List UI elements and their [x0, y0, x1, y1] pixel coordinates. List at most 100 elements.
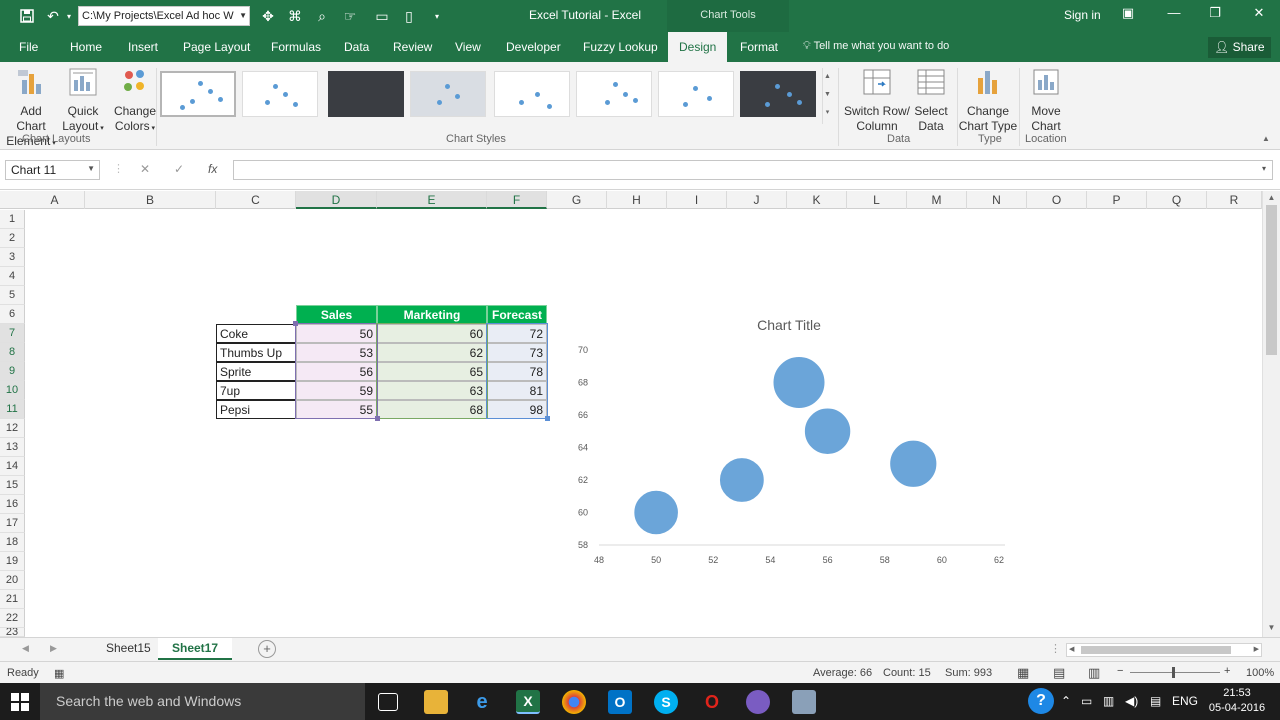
gallery-more-icon[interactable]: ▾: [823, 104, 832, 122]
column-header-c[interactable]: C: [216, 191, 296, 209]
chart-style-3[interactable]: [328, 71, 404, 117]
normal-view-icon[interactable]: ▦: [1017, 665, 1029, 681]
row-header[interactable]: 22: [0, 609, 25, 628]
tab-split-handle-icon[interactable]: ⋮: [1050, 642, 1061, 655]
volume-icon[interactable]: ◀): [1125, 694, 1138, 708]
row-header[interactable]: 9: [0, 362, 25, 381]
file-path-box[interactable]: C:\My Projects\Excel Ad hoc W ▼: [78, 6, 250, 26]
tell-me-box[interactable]: 💡︎ Tell me what you want to do: [803, 40, 949, 53]
range-handle[interactable]: [293, 321, 298, 326]
column-header-d[interactable]: D: [296, 191, 377, 209]
notifications-icon[interactable]: ▤: [1150, 694, 1161, 708]
collapse-ribbon-icon[interactable]: ▲: [1262, 134, 1270, 143]
format-painter-icon[interactable]: ⌘: [286, 7, 304, 25]
tab-home[interactable]: Home: [70, 40, 102, 54]
status-average[interactable]: Average: 66: [813, 667, 872, 679]
change-colors-button[interactable]: Change Colors ▾: [112, 66, 158, 136]
name-box[interactable]: Chart 11 ▼: [5, 160, 100, 180]
chart-style-1[interactable]: [160, 71, 236, 117]
zoom-slider[interactable]: [1130, 667, 1220, 678]
chart-title[interactable]: Chart Title: [757, 317, 821, 333]
row-header[interactable]: 15: [0, 476, 25, 495]
row-header[interactable]: 4: [0, 267, 25, 286]
taskbar-search-box[interactable]: Search the web and Windows: [40, 683, 365, 720]
minimize-icon[interactable]: —: [1163, 5, 1185, 25]
vertical-scrollbar[interactable]: ▲ ▼: [1262, 191, 1280, 637]
chart-style-7[interactable]: [658, 71, 734, 117]
tab-data[interactable]: Data: [344, 40, 369, 54]
share-button[interactable]: 👤︎ Share: [1208, 37, 1271, 58]
column-header-j[interactable]: J: [727, 191, 787, 209]
zoom-level[interactable]: 100%: [1246, 667, 1274, 679]
row-header[interactable]: 7: [0, 324, 25, 343]
tab-insert[interactable]: Insert: [128, 40, 158, 54]
close-icon[interactable]: ✕: [1248, 5, 1270, 25]
select-data-button[interactable]: Select Data: [912, 66, 950, 134]
file-explorer-icon[interactable]: [424, 690, 448, 714]
range-handle[interactable]: [375, 416, 380, 421]
touch-mode-icon[interactable]: ☞: [341, 7, 359, 25]
gallery-scrollbar[interactable]: ▲ ▼ ▾: [822, 68, 832, 124]
row-header[interactable]: 1: [0, 210, 25, 229]
table-row-label[interactable]: 7up: [216, 381, 296, 400]
row-header[interactable]: 23: [0, 628, 25, 637]
column-header-p[interactable]: P: [1087, 191, 1147, 209]
column-header-m[interactable]: M: [907, 191, 967, 209]
language-indicator[interactable]: ENG: [1172, 694, 1198, 708]
move-chart-button[interactable]: Move Chart: [1025, 66, 1067, 134]
chart-style-6[interactable]: [576, 71, 652, 117]
expand-formula-icon[interactable]: ▾: [1262, 164, 1266, 173]
column-header-h[interactable]: H: [607, 191, 667, 209]
row-header[interactable]: 16: [0, 495, 25, 514]
column-header-g[interactable]: G: [547, 191, 607, 209]
macro-record-icon[interactable]: ▦: [54, 667, 64, 680]
table-header-forecast[interactable]: Forecast: [487, 305, 547, 324]
bubble-point[interactable]: [772, 356, 826, 409]
table-header-marketing[interactable]: Marketing: [377, 305, 487, 324]
bubble-point[interactable]: [633, 489, 679, 536]
tab-view[interactable]: View: [455, 40, 481, 54]
column-header-l[interactable]: L: [847, 191, 907, 209]
bubble-point[interactable]: [718, 457, 765, 503]
bubble-point[interactable]: [889, 439, 938, 488]
column-header-o[interactable]: O: [1027, 191, 1087, 209]
tab-review[interactable]: Review: [393, 40, 432, 54]
column-header-q[interactable]: Q: [1147, 191, 1207, 209]
customize-qat-icon[interactable]: ▾: [428, 7, 446, 25]
zoom-out-icon[interactable]: −: [1117, 665, 1123, 677]
row-header[interactable]: 2: [0, 229, 25, 248]
tab-design[interactable]: Design: [668, 32, 728, 62]
restore-icon[interactable]: ❐: [1204, 5, 1226, 25]
tab-page-layout[interactable]: Page Layout: [183, 40, 250, 54]
row-header[interactable]: 20: [0, 571, 25, 590]
status-sum[interactable]: Sum: 993: [945, 667, 992, 679]
row-header[interactable]: 13: [0, 438, 25, 457]
clipboard-icon[interactable]: ✥: [259, 7, 277, 25]
excel-app-icon[interactable]: X: [516, 690, 540, 714]
show-hidden-icons-icon[interactable]: ⌃: [1061, 694, 1071, 708]
row-header[interactable]: 17: [0, 514, 25, 533]
print-preview-icon[interactable]: ⌕: [313, 7, 331, 25]
tab-fuzzy-lookup[interactable]: Fuzzy Lookup: [583, 40, 658, 54]
scroll-down-icon[interactable]: ▼: [1263, 623, 1280, 632]
chevron-up-icon[interactable]: ▲: [823, 68, 832, 86]
chart-style-4[interactable]: [410, 71, 486, 117]
open-folder-icon[interactable]: ▭: [373, 7, 391, 25]
sheet-next-icon[interactable]: ▶: [50, 643, 57, 654]
sheet-tab-sheet17[interactable]: Sheet17: [158, 638, 233, 660]
horizontal-scroll-thumb[interactable]: [1081, 646, 1231, 654]
chart-style-2[interactable]: [242, 71, 318, 117]
ribbon-display-options-icon[interactable]: ▣: [1117, 5, 1139, 25]
column-header-r[interactable]: R: [1207, 191, 1262, 209]
confirm-entry-icon[interactable]: ✓: [174, 162, 184, 176]
opera-browser-icon[interactable]: O: [700, 690, 724, 714]
scroll-right-icon[interactable]: ▶: [1254, 645, 1259, 653]
chart-style-5[interactable]: [494, 71, 570, 117]
windows-start-icon[interactable]: [10, 692, 30, 712]
vertical-scroll-thumb[interactable]: [1266, 205, 1277, 355]
taskbar-clock[interactable]: 21:53 05-04-2016: [1205, 686, 1269, 716]
table-row-label[interactable]: Pepsi: [216, 400, 296, 419]
media-app-icon[interactable]: [792, 690, 816, 714]
row-header[interactable]: 8: [0, 343, 25, 362]
column-header-f[interactable]: F: [487, 191, 547, 209]
